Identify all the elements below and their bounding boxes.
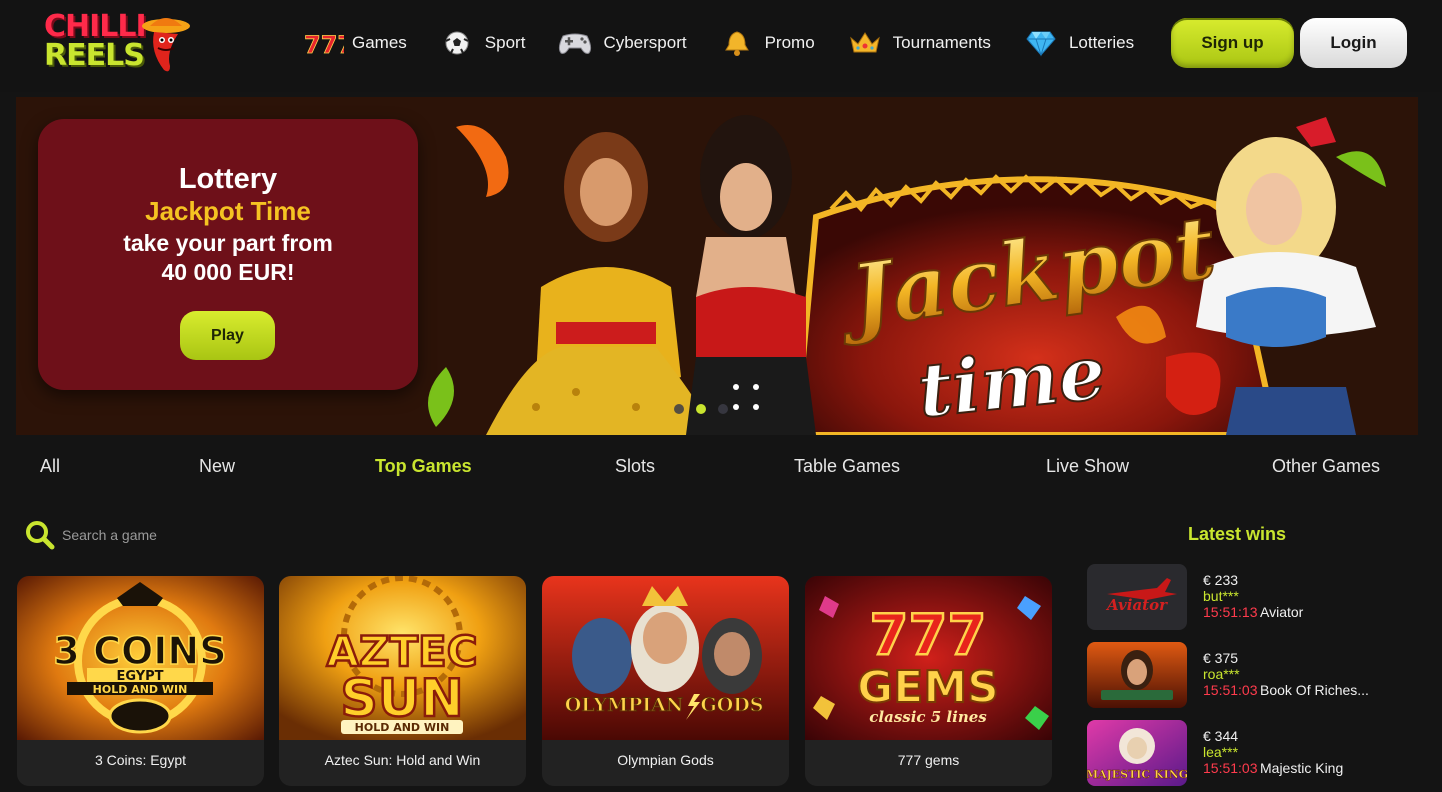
game-art-line3: HOLD AND WIN (93, 683, 188, 696)
tab-slots[interactable]: Slots (615, 456, 655, 477)
main-nav: 777 Games Sport Cybersport Promo (304, 24, 1164, 62)
game-art-line3: HOLD AND WIN (355, 721, 450, 734)
win-amount: € 344 (1203, 728, 1239, 744)
tab-other-games[interactable]: Other Games (1272, 456, 1380, 477)
game-thumbnail: 3 COINS EGYPT HOLD AND WIN (17, 576, 264, 740)
nav-label-cybersport: Cybersport (603, 33, 687, 52)
nav-item-cybersport[interactable]: Cybersport (555, 27, 687, 59)
tab-top-games[interactable]: Top Games (375, 456, 472, 477)
win-row[interactable]: Aviator € 233 but*** 15:51:13 Aviator (1087, 564, 1427, 630)
gamepad-icon (555, 27, 595, 59)
slider-dot-3[interactable] (718, 404, 728, 414)
win-amount: € 375 (1203, 650, 1239, 666)
nav-label-tournaments: Tournaments (892, 33, 991, 52)
game-art-line1: 3 COINS (53, 629, 226, 673)
category-tabs: All New Top Games Slots Table Games Live… (0, 456, 1442, 486)
win-time: 15:51:03 (1203, 682, 1258, 698)
nav-label-sport: Sport (484, 33, 526, 52)
signup-button[interactable]: Sign up (1171, 18, 1294, 68)
win-time: 15:51:13 (1203, 604, 1258, 620)
win-game-thumbnail (1087, 642, 1187, 708)
game-thumbnail: AZTEC SUN HOLD AND WIN (279, 576, 526, 740)
nav-item-tournaments[interactable]: Tournaments (845, 27, 991, 59)
game-card-olympian-gods[interactable]: OLYMPIAN GODS Olympian Gods (542, 576, 789, 786)
tab-table-games[interactable]: Table Games (794, 456, 900, 477)
svg-text:777: 777 (304, 31, 344, 57)
nav-label-lotteries: Lotteries (1068, 33, 1135, 52)
latest-wins-title: Latest wins (1188, 524, 1287, 544)
win-row[interactable]: MAJESTIC KING € 344 lea*** 15:51:03 Maje… (1087, 720, 1427, 786)
win-user: but*** (1203, 588, 1239, 604)
win-row[interactable]: € 375 roa*** 15:51:03 Book Of Riches... (1087, 642, 1427, 708)
game-art-line1: 777 (870, 603, 987, 668)
aviator-logo-text: Aviator (1105, 596, 1168, 614)
nav-label-games: Games (352, 33, 407, 52)
search-input[interactable] (62, 527, 402, 543)
crown-icon (845, 27, 885, 59)
win-game-name[interactable]: Majestic King (1260, 760, 1343, 776)
win-game-thumbnail: MAJESTIC KING (1087, 720, 1187, 786)
login-button[interactable]: Login (1300, 18, 1407, 68)
game-title: Aztec Sun: Hold and Win (324, 752, 481, 768)
tab-new[interactable]: New (199, 456, 235, 477)
game-title: 3 Coins: Egypt (94, 752, 187, 768)
nav-item-lotteries[interactable]: Lotteries (1021, 27, 1134, 59)
slider-dots (674, 404, 740, 414)
win-game-thumbnail: Aviator (1087, 564, 1187, 630)
chilli-pepper-icon (142, 18, 190, 72)
logo-line1: CHILLI (44, 9, 147, 44)
site-header: CHILLI REELS 777 Games Sport (0, 0, 1442, 92)
promo-amount: 40 000 EUR! (161, 259, 295, 285)
promo-text: take your part from (123, 230, 333, 256)
game-art-line2: GEMS (857, 662, 999, 713)
play-button[interactable]: Play (180, 311, 275, 360)
game-card-aztec-sun[interactable]: AZTEC SUN HOLD AND WIN Aztec Sun: Hold a… (279, 576, 526, 786)
bell-icon (717, 27, 757, 59)
game-art-line2: EGYPT (116, 669, 163, 684)
game-title: Olympian Gods (617, 752, 714, 768)
game-art-line1: OLYMPIAN (565, 694, 684, 716)
logo-line2: REELS (44, 38, 145, 73)
game-search (24, 518, 424, 552)
game-art-line3: classic 5 lines (869, 708, 987, 726)
chilli-reels-logo[interactable]: CHILLI REELS (44, 10, 194, 76)
game-thumbnail: 777 GEMS classic 5 lines (805, 576, 1052, 740)
game-card-777-gems[interactable]: 777 GEMS classic 5 lines 777 gems (805, 576, 1052, 786)
promo-subtitle: Jackpot Time (145, 196, 311, 226)
game-title: 777 gems (897, 752, 960, 768)
game-art-line2: GODS (701, 694, 764, 716)
search-icon[interactable] (24, 519, 56, 551)
tab-all[interactable]: All (40, 456, 60, 477)
slider-dot-2[interactable] (696, 404, 706, 414)
promo-title: Lottery (178, 163, 278, 195)
win-user: lea*** (1203, 744, 1239, 760)
slider-dot-1[interactable] (674, 404, 684, 414)
soccer-ball-icon (437, 27, 477, 59)
nav-item-sport[interactable]: Sport (437, 27, 526, 59)
win-user: roa*** (1203, 666, 1240, 682)
win-time: 15:51:03 (1203, 760, 1258, 776)
nav-item-games[interactable]: 777 Games (304, 27, 407, 59)
majestic-king-logo-text: MAJESTIC KING (1087, 768, 1187, 781)
promo-card: Lottery Jackpot Time take your part from… (38, 119, 418, 390)
sevens-icon: 777 (304, 27, 344, 59)
diamond-icon (1021, 27, 1061, 59)
tab-live-show[interactable]: Live Show (1046, 456, 1129, 477)
win-game-name[interactable]: Aviator (1260, 604, 1303, 620)
nav-item-promo[interactable]: Promo (717, 27, 815, 59)
game-card-3-coins-egypt[interactable]: 3 COINS EGYPT HOLD AND WIN 3 Coins: Egyp… (17, 576, 264, 786)
win-game-name[interactable]: Book Of Riches... (1260, 682, 1369, 698)
game-thumbnail: OLYMPIAN GODS (542, 576, 789, 740)
nav-label-promo: Promo (764, 33, 815, 52)
win-amount: € 233 (1203, 572, 1239, 588)
